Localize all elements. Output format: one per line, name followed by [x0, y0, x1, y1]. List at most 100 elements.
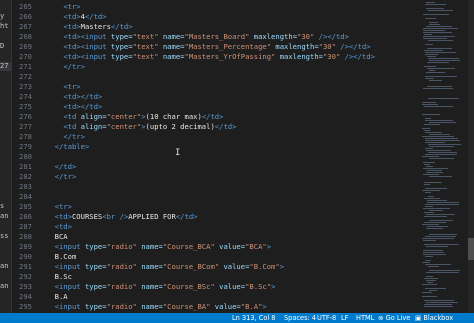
code-line[interactable]: B.A — [46, 292, 68, 302]
code-line[interactable]: <td></td> — [46, 102, 102, 112]
minimap-line — [426, 246, 448, 247]
code-token: </td> — [110, 22, 133, 31]
line-number: 289 — [19, 242, 32, 251]
code-line[interactable]: <tr> — [46, 202, 72, 212]
minimap-line — [425, 206, 433, 207]
code-line[interactable]: <td><input type="text" name="Masters_Per… — [46, 42, 370, 52]
code-line[interactable]: <td>4</td> — [46, 12, 106, 22]
code-token: maxlength= — [279, 52, 323, 61]
minimap-line — [428, 144, 461, 145]
line-number: 268 — [19, 32, 32, 41]
line-number: 272 — [19, 72, 32, 81]
line-number: 274 — [19, 92, 32, 101]
minimap-line — [425, 78, 434, 79]
sidebar-item[interactable]: an — [0, 262, 11, 271]
code-token: BCA — [46, 232, 68, 241]
minimap-line — [426, 272, 459, 273]
explorer-sidebar[interactable]: y ht D 27 s an ss an an — [0, 0, 11, 313]
code-line[interactable]: </tr> — [46, 132, 85, 142]
code-token: </tr> — [54, 172, 77, 181]
code-line[interactable]: <td><input type="text" name="Masters_Boa… — [46, 32, 349, 42]
code-token: "B.A" — [240, 302, 263, 311]
code-line[interactable]: <input type="radio" name="Course_BCA" va… — [46, 242, 271, 252]
code-line[interactable]: <td align="center">(upto 2 decimal)</td> — [46, 122, 236, 132]
sidebar-item[interactable]: ss — [0, 232, 11, 241]
code-line[interactable]: <input type="radio" name="Course_BCom" v… — [46, 262, 284, 272]
code-line[interactable]: </tr> — [46, 62, 85, 72]
sidebar-item[interactable]: s — [0, 202, 11, 211]
minimap-line — [423, 162, 435, 163]
code-line[interactable]: <td></td> — [46, 92, 102, 102]
code-line[interactable]: <td align="center">(10 char max)</td> — [46, 112, 223, 122]
code-line[interactable]: <input type="radio" name="Course_BA" val… — [46, 302, 267, 312]
code-line[interactable]: <td>Masters</td> — [46, 22, 133, 32]
code-token: B.A — [46, 292, 68, 301]
code-line[interactable]: <tr> — [46, 2, 80, 12]
code-token: </td> — [175, 212, 198, 221]
minimap-line — [424, 34, 432, 35]
code-line[interactable]: <td> — [46, 222, 72, 232]
minimap-line — [428, 58, 459, 59]
sidebar-item[interactable]: D — [0, 42, 11, 51]
eol-setting[interactable]: LF — [341, 313, 348, 323]
minimap-line — [422, 262, 430, 263]
code-line[interactable]: </tr> — [46, 172, 77, 182]
code-line[interactable]: <td><input type="text" name="Masters_YrO… — [46, 52, 375, 62]
code-line[interactable]: B.Com — [46, 252, 77, 262]
indentation-setting[interactable]: Spaces: 4 — [284, 313, 316, 323]
code-token: maxlength= — [275, 42, 319, 51]
text-cursor-icon: I — [175, 148, 181, 158]
encoding-setting[interactable]: UTF-8 — [317, 313, 336, 323]
code-editor[interactable]: 265 266 267 268 269 270 271 272 273 274 275 276 277 2… — [12, 0, 418, 313]
minimap-line — [427, 170, 442, 171]
minimap-line — [427, 48, 452, 49]
line-number: 275 — [19, 102, 32, 111]
go-live-button[interactable]: ⊚ Go Live — [378, 313, 410, 323]
sidebar-item[interactable]: ht — [0, 22, 11, 31]
code-line[interactable]: <input type="radio" name="Course_BSc" va… — [46, 282, 276, 292]
scrollbar-thumb[interactable] — [468, 238, 474, 260]
sidebar-item[interactable]: 27 — [0, 62, 11, 71]
code-area[interactable]: <tr> <td>4</td> <td>Masters</td> <td><in… — [46, 0, 416, 313]
language-mode[interactable]: HTML — [356, 313, 374, 323]
sidebar-item[interactable]: an — [0, 212, 11, 221]
code-token: type= — [110, 32, 133, 41]
code-line[interactable]: <tr> — [46, 82, 81, 92]
minimap-line — [429, 158, 454, 159]
code-line[interactable]: B.Sc — [46, 272, 72, 282]
code-token: <tr> — [63, 82, 81, 91]
code-token: type= — [110, 52, 133, 61]
code-line[interactable]: </table> — [46, 142, 90, 152]
line-number: 285 — [19, 202, 32, 211]
code-token: <td> — [54, 222, 72, 231]
minimap-line — [428, 266, 439, 267]
minimap-line — [422, 136, 454, 137]
code-token: <td — [63, 122, 81, 131]
line-number: 269 — [19, 42, 32, 51]
code-line[interactable]: BCA — [46, 232, 68, 242]
minimap-line — [422, 292, 432, 293]
code-line[interactable]: <td>COURSES<br />APPLIED FOR</td> — [46, 212, 198, 222]
code-token: <td><input — [63, 32, 111, 41]
code-token: align= — [80, 112, 107, 121]
blackbox-extension-button[interactable]: ▣ Blackbox — [415, 313, 453, 323]
sidebar-item[interactable]: y — [0, 12, 11, 21]
code-line[interactable]: </td> — [46, 162, 77, 172]
minimap-line — [425, 260, 431, 261]
line-number: 282 — [19, 172, 32, 181]
code-token: <td><input — [63, 42, 111, 51]
minimap[interactable] — [418, 0, 468, 313]
sidebar-item[interactable]: an — [0, 282, 11, 291]
vertical-scrollbar[interactable] — [468, 0, 474, 313]
cursor-position[interactable]: Ln 313, Col 8 — [232, 313, 276, 323]
code-token: "Masters_Board" — [184, 32, 254, 41]
